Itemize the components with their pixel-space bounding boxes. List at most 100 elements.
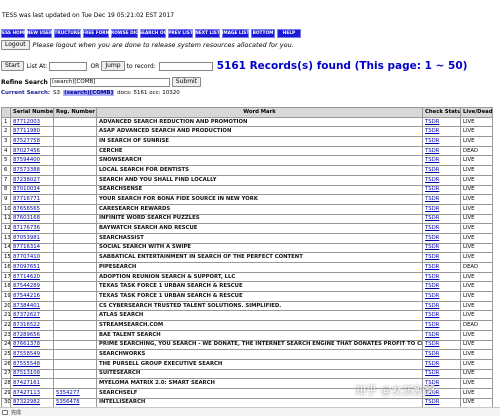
- jump-button[interactable]: Jump: [101, 61, 125, 71]
- nav-structured-button[interactable]: STRUCTURED: [51, 29, 84, 38]
- nav-browse-dict-button[interactable]: BROWSE DICT: [108, 29, 141, 38]
- serial-number-link[interactable]: 87372627: [13, 312, 40, 318]
- word-mark-link[interactable]: CERCHE: [99, 148, 123, 154]
- check-status-link[interactable]: TSDR: [425, 244, 439, 250]
- word-mark-link[interactable]: SUITESEARCH: [99, 370, 140, 376]
- word-mark-link[interactable]: SNOWSEARCH: [99, 157, 142, 163]
- nav-image-list-button[interactable]: IMAGE LIST: [222, 29, 249, 38]
- serial-number-link[interactable]: 87010034: [13, 186, 40, 192]
- serial-number-link[interactable]: 87656565: [13, 206, 40, 212]
- nav-help-button[interactable]: HELP: [277, 29, 301, 38]
- check-status-link[interactable]: TSDR: [425, 361, 439, 367]
- word-mark-link[interactable]: STREAMSEARCH.COM: [99, 322, 163, 328]
- serial-number-link[interactable]: 87289656: [13, 332, 40, 338]
- word-mark-link[interactable]: THE PURSELL GROUP EXECUTIVE SEARCH: [99, 361, 222, 367]
- serial-number-link[interactable]: 87714620: [13, 274, 40, 280]
- check-status-link[interactable]: TSDR: [425, 148, 439, 154]
- word-mark-link[interactable]: SEARCHWORKS: [99, 351, 145, 357]
- check-status-link[interactable]: TSDR: [425, 370, 439, 376]
- check-status-link[interactable]: TSDR: [425, 332, 439, 338]
- check-status-link[interactable]: TSDR: [425, 312, 439, 318]
- serial-number-link[interactable]: 87716314: [13, 244, 40, 250]
- check-status-link[interactable]: TSDR: [425, 177, 439, 183]
- logout-button[interactable]: Logout: [1, 40, 30, 50]
- submit-button[interactable]: Submit: [171, 77, 202, 87]
- serial-number-link[interactable]: 87427113: [13, 390, 40, 396]
- serial-number-link[interactable]: 87427161: [13, 380, 40, 386]
- word-mark-link[interactable]: ASAP ADVANCED SEARCH AND PRODUCTION: [99, 128, 231, 134]
- word-mark-link[interactable]: PIPESEARCH: [99, 264, 136, 270]
- serial-number-link[interactable]: 87238027: [13, 177, 40, 183]
- word-mark-link[interactable]: BAYWATCH SEARCH AND RESCUE: [99, 225, 197, 231]
- serial-number-link[interactable]: 87322982: [13, 399, 40, 405]
- word-mark-link[interactable]: INTELLISEARCH: [99, 399, 145, 405]
- nav-search-og-button[interactable]: SEARCH OG: [139, 29, 167, 38]
- check-status-link[interactable]: TSDR: [425, 264, 439, 270]
- check-status-link[interactable]: TSDR: [425, 225, 439, 231]
- serial-number-link[interactable]: 87707410: [13, 254, 40, 260]
- serial-number-link[interactable]: 87711980: [13, 128, 40, 134]
- word-mark-link[interactable]: TEXAS TASK FORCE 1 URBAN SEARCH & RESCUE: [99, 283, 243, 289]
- reg-number-link[interactable]: 5354277: [56, 390, 80, 396]
- check-status-link[interactable]: TSDR: [425, 235, 439, 241]
- check-status-link[interactable]: TSDR: [425, 274, 439, 280]
- to-record-input[interactable]: [158, 61, 213, 71]
- nav-free-form-button[interactable]: FREE FORM: [82, 29, 110, 38]
- nav-next-list-button[interactable]: NEXT LIST: [195, 29, 220, 38]
- nav-bottom-button[interactable]: BOTTOM: [251, 29, 275, 38]
- word-mark-link[interactable]: PRIME SEARCHING, YOU SEARCH - WE DONATE,…: [99, 341, 422, 347]
- check-status-link[interactable]: TSDR: [425, 283, 439, 289]
- check-status-link[interactable]: TSDR: [425, 138, 439, 144]
- serial-number-link[interactable]: 87555548: [13, 361, 40, 367]
- serial-number-link[interactable]: 87544216: [13, 293, 40, 299]
- serial-number-link[interactable]: 87661378: [13, 341, 40, 347]
- check-status-link[interactable]: TSDR: [425, 119, 439, 125]
- check-status-link[interactable]: TSDR: [425, 322, 439, 328]
- word-mark-link[interactable]: SEARCHASSIST: [99, 235, 144, 241]
- nav-prev-list-button[interactable]: PREV LIST: [168, 29, 193, 38]
- word-mark-link[interactable]: SEARCHSENSE: [99, 186, 142, 192]
- word-mark-link[interactable]: BAE TALENT SEARCH: [99, 332, 161, 338]
- serial-number-link[interactable]: 87544289: [13, 283, 40, 289]
- serial-number-link[interactable]: 87603168: [13, 215, 40, 221]
- check-status-link[interactable]: TSDR: [425, 341, 439, 347]
- list-at-input[interactable]: [49, 61, 88, 71]
- word-mark-link[interactable]: ADOPTION REUNION SEARCH & SUPPORT, LLC: [99, 274, 235, 280]
- word-mark-link[interactable]: SOCIAL SEARCH WITH A SWIPE: [99, 244, 191, 250]
- serial-number-link[interactable]: 87384401: [13, 303, 40, 309]
- serial-number-link[interactable]: 87027456: [13, 148, 40, 154]
- word-mark-link[interactable]: LOCAL SEARCH FOR DENTISTS: [99, 167, 189, 173]
- word-mark-link[interactable]: YOUR SEARCH FOR BONA FIDE SOURCE IN NEW …: [99, 196, 258, 202]
- word-mark-link[interactable]: SABBATICAL ENTERTAINMENT IN SEARCH OF TH…: [99, 254, 303, 260]
- check-status-link[interactable]: TSDR: [425, 167, 439, 173]
- check-status-link[interactable]: TSDR: [425, 215, 439, 221]
- check-status-link[interactable]: TSDR: [425, 157, 439, 163]
- word-mark-link[interactable]: MYELOMA MATRIX 2.0: SMART SEARCH: [99, 380, 215, 386]
- serial-number-link[interactable]: 87594400: [13, 157, 40, 163]
- check-status-link[interactable]: TSDR: [425, 254, 439, 260]
- serial-number-link[interactable]: 87527758: [13, 138, 40, 144]
- serial-number-link[interactable]: 87316522: [13, 322, 40, 328]
- word-mark-link[interactable]: ATLAS SEARCH: [99, 312, 143, 318]
- check-status-link[interactable]: TSDR: [425, 293, 439, 299]
- serial-number-link[interactable]: 87716771: [13, 196, 40, 202]
- word-mark-link[interactable]: ADVANCED SEARCH REDUCTION AND PROMOTION: [99, 119, 247, 125]
- serial-number-link[interactable]: 87176736: [13, 225, 40, 231]
- word-mark-link[interactable]: TEXAS TASK FORCE 1 URBAN SEARCH & RESCUE: [99, 293, 243, 299]
- serial-number-link[interactable]: 87097651: [13, 264, 40, 270]
- refine-search-input[interactable]: [49, 77, 170, 87]
- serial-number-link[interactable]: 87558549: [13, 351, 40, 357]
- start-button[interactable]: Start: [1, 61, 24, 71]
- nav-new-user-button[interactable]: NEW USER: [27, 29, 52, 38]
- word-mark-link[interactable]: INFINITE WORD SEARCH PUZZLES: [99, 215, 200, 221]
- check-status-link[interactable]: TSDR: [425, 303, 439, 309]
- serial-number-link[interactable]: 87513108: [13, 370, 40, 376]
- serial-number-link[interactable]: 87053981: [13, 235, 40, 241]
- reg-number-link[interactable]: 5356478: [56, 399, 80, 405]
- check-status-link[interactable]: TSDR: [425, 206, 439, 212]
- serial-number-link[interactable]: 87712003: [13, 119, 40, 125]
- check-status-link[interactable]: TSDR: [425, 128, 439, 134]
- check-status-link[interactable]: TSDR: [425, 186, 439, 192]
- check-status-link[interactable]: TSDR: [425, 351, 439, 357]
- word-mark-link[interactable]: SEARCH AND YOU SHALL FIND LOCALLY: [99, 177, 217, 183]
